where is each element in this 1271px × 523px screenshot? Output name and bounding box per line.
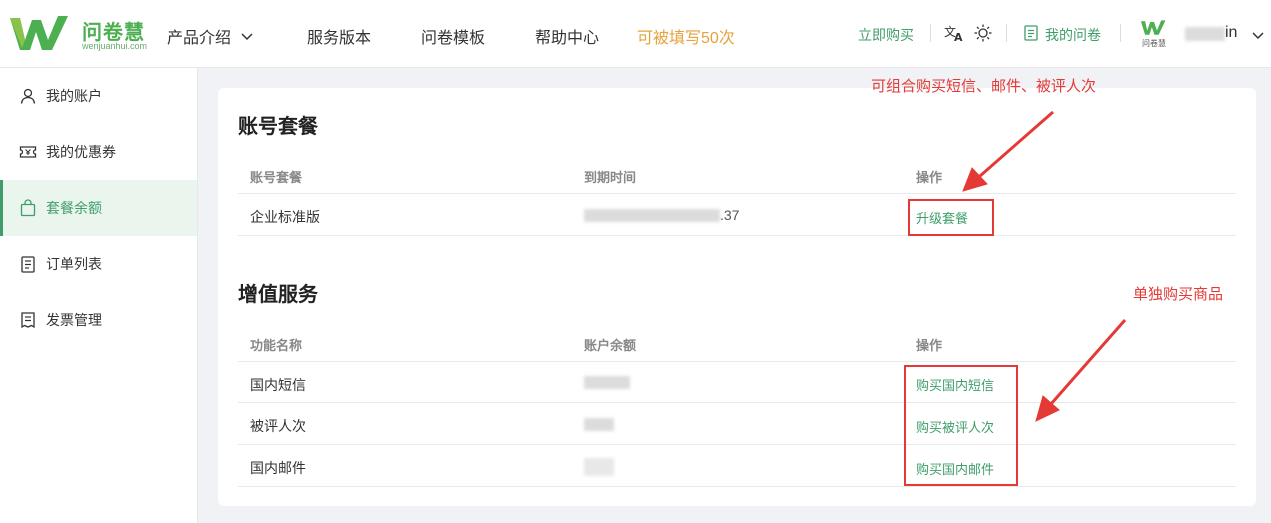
arrow-to-upgrade: [962, 110, 1054, 192]
arrow-to-buy-links: [1035, 319, 1127, 422]
annotation-arrows: [962, 110, 1127, 422]
